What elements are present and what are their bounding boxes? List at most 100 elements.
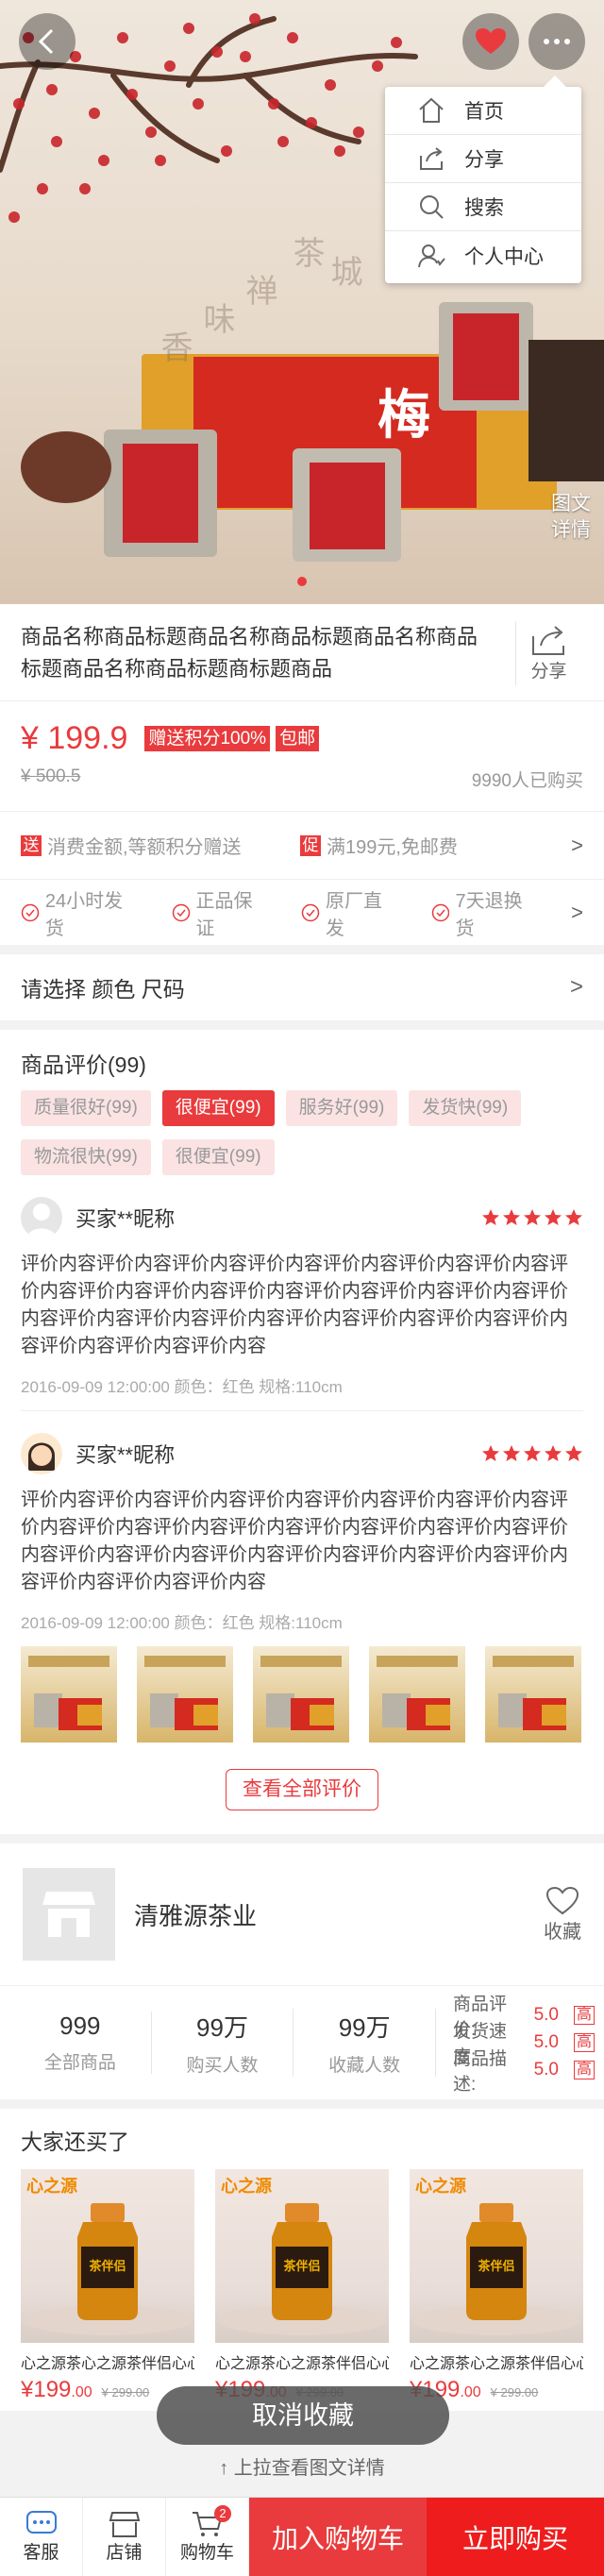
user-icon (418, 244, 445, 267)
rating-level: 高 (574, 2006, 596, 2025)
guarantee-item: 正品保证 (172, 885, 271, 940)
shop-section: 清雅源茶业 收藏 999 全部商品 99万 购买人数 99万 收藏人数 商品评价… (0, 1844, 604, 2099)
chevron-right-icon: > (569, 974, 583, 1000)
customer-service-button[interactable]: 客服 (0, 2498, 83, 2576)
reviewer-name: 买家**昵称 (76, 1443, 176, 1467)
buy-now-button[interactable]: 立即购买 (427, 2498, 604, 2576)
review-item: 买家**昵称 评价内容评价内容评价内容评价内容评价内容评价内容评价内容评价内容评价… (0, 1175, 604, 1411)
review-text: 评价内容评价内容评价内容评价内容评价内容评价内容评价内容评价内容评价内容评价内容… (21, 1254, 568, 1356)
store-button[interactable]: 店铺 (83, 2498, 166, 2576)
review-text: 评价内容评价内容评价内容评价内容评价内容评价内容评价内容评价内容评价内容评价内容… (21, 1490, 568, 1592)
guarantees-row[interactable]: 24小时发货 正品保证 原厂直发 7天退换货 > (0, 879, 604, 945)
menu-item-profile[interactable]: 个人中心 (385, 231, 581, 279)
pull-up-hint[interactable]: ↑ 上拉查看图文详情 (0, 2445, 604, 2496)
slide-indicator (0, 577, 604, 586)
avatar (21, 1197, 62, 1238)
heart-outline-icon (545, 1886, 579, 1914)
rating-level: 高 (574, 2061, 596, 2079)
rating-value: 5.0 (533, 2032, 559, 2052)
promo-text: 消费金额,等额积分赠送 (47, 837, 242, 858)
spec-selector[interactable]: 请选择 颜色 尺码 > (0, 954, 604, 1020)
store-icon (109, 2512, 140, 2537)
stat-value: 99万 (338, 2013, 391, 2042)
review-image-thumbnail[interactable] (369, 1646, 465, 1743)
shop-ratings: 商品评价: 5.0 高 发货速度: 5.0 高 商品描述: 5.0 高 (436, 1995, 596, 2095)
rating-stars (481, 1208, 583, 1227)
detail-link[interactable]: 图文 详情 (551, 491, 591, 544)
promotions-row[interactable]: 送 消费金额,等额积分赠送 促 满199元,免邮费 > (0, 811, 604, 879)
jar-label: 茶伴侣 (283, 2259, 321, 2273)
menu-item-label: 个人中心 (464, 245, 544, 268)
product-old-price: ¥ 299.00 (490, 2385, 539, 2399)
more-menu: 首页 分享 搜索 个人中心 (385, 76, 581, 283)
share-icon (531, 625, 564, 655)
stat-value: 99万 (196, 2013, 248, 2042)
back-button[interactable] (19, 13, 76, 70)
product-detail-page: 茶 禅 味 香 城 梅 首页 分享 搜索 个人中心 图文 详情 商品名称商品标题… (0, 0, 604, 2576)
product-gallery[interactable]: 茶 禅 味 香 城 梅 首页 分享 搜索 个人中心 图文 详情 (0, 0, 604, 604)
chat-icon (25, 2511, 57, 2534)
chevron-left-icon (38, 28, 54, 55)
shop-logo[interactable] (23, 1868, 115, 1961)
detail-link-label: 图文 详情 (551, 493, 591, 541)
avatar (21, 1433, 62, 1474)
stat-label: 收藏人数 (328, 2056, 401, 2076)
review-item: 买家**昵称评价内容评价内容评价内容评价内容评价内容评价内容评价内容评价内容评价… (0, 1411, 604, 1633)
cart-button[interactable]: 购物车 2 (166, 2498, 249, 2576)
heart-icon (476, 28, 506, 54)
share-button[interactable]: 分享 (515, 621, 581, 685)
review-filter-chip[interactable]: 很便宜(99) (161, 1090, 275, 1126)
review-filter-chip[interactable]: 物流很快(99) (21, 1139, 151, 1175)
bottom-action-bar: 客服 店铺 购物车 2 加入购物车 立即购买 (0, 2497, 604, 2576)
rating-value: 5.0 (533, 2005, 559, 2025)
shop-stats: 999 全部商品 99万 购买人数 99万 收藏人数 商品评价: 5.0 高 发货速… (0, 1986, 604, 2099)
menu-item-home[interactable]: 首页 (385, 87, 581, 135)
brand-logo: 心之源 (415, 2177, 466, 2196)
stat-total-products[interactable]: 999 全部商品 (9, 2012, 152, 2074)
stat-favorites: 99万 收藏人数 (294, 2009, 437, 2077)
spec-label: 请选择 颜色 尺码 (21, 977, 185, 1002)
chevron-right-icon: > (571, 900, 583, 924)
review-filter-chips: 质量很好(99) 很便宜(99) 服务好(99) 发货快(99) 物流很快(99) 很便宜… (0, 1090, 604, 1175)
calligraphy-text: 城 (325, 255, 362, 295)
stat-label: 购买人数 (186, 2056, 259, 2076)
product-price: ¥199 (21, 2377, 72, 2402)
guarantee-label: 7天退换货 (455, 890, 523, 939)
store-icon (42, 1892, 95, 1937)
product-info: 商品名称商品标题商品名称商品标题商品名称商品标题商品名称商品标题商标题商品 分享… (0, 604, 604, 945)
recommended-product[interactable]: 心之源茶伴侣心之源茶心之源茶伴侣心心...¥199.00¥ 299.00 (21, 2169, 194, 2403)
favorite-shop-button[interactable]: 收藏 (544, 1886, 581, 1944)
favorite-button[interactable] (462, 13, 519, 70)
menu-item-label: 分享 (464, 149, 504, 171)
menu-item-share[interactable]: 分享 (385, 135, 581, 183)
shop-name[interactable]: 清雅源茶业 (134, 1897, 544, 1932)
menu-item-label: 搜索 (464, 197, 504, 219)
star-icon (524, 1209, 541, 1225)
check-circle-icon (301, 903, 320, 921)
rating-label: 商品描述: (453, 2049, 508, 2095)
menu-item-search[interactable]: 搜索 (385, 183, 581, 231)
rating-level: 高 (574, 2033, 596, 2052)
star-icon (482, 1445, 499, 1461)
check-circle-icon (431, 903, 449, 921)
star-icon (565, 1445, 582, 1461)
stat-buyers: 99万 购买人数 (152, 2009, 294, 2077)
product-price-cents: .00 (71, 2384, 92, 2400)
review-image-thumbnail[interactable] (485, 1646, 581, 1743)
review-filter-chip[interactable]: 质量很好(99) (21, 1090, 151, 1126)
brand-logo: 心之源 (221, 2177, 272, 2196)
more-button[interactable] (528, 13, 585, 70)
review-image-thumbnail[interactable] (253, 1646, 349, 1743)
review-filter-chip[interactable]: 服务好(99) (285, 1090, 398, 1126)
review-image-thumbnail[interactable] (137, 1646, 233, 1743)
add-to-cart-button[interactable]: 加入购物车 (249, 2498, 427, 2576)
review-image-thumbnail[interactable] (21, 1646, 117, 1743)
view-all-reviews-button[interactable]: 查看全部评价 (226, 1769, 378, 1810)
star-icon (503, 1445, 520, 1461)
promo-badge: 促 (300, 834, 321, 856)
recommended-product[interactable]: 心之源茶伴侣心之源茶心之源茶伴侣心心...¥199.00¥ 299.00 (215, 2169, 389, 2403)
product-image: 心之源 茶伴侣 (410, 2169, 583, 2343)
recommended-product[interactable]: 心之源茶伴侣心之源茶心之源茶伴侣心心...¥199.00¥ 299.00 (410, 2169, 583, 2403)
review-filter-chip[interactable]: 很便宜(99) (161, 1139, 275, 1175)
review-filter-chip[interactable]: 发货快(99) (409, 1090, 522, 1126)
